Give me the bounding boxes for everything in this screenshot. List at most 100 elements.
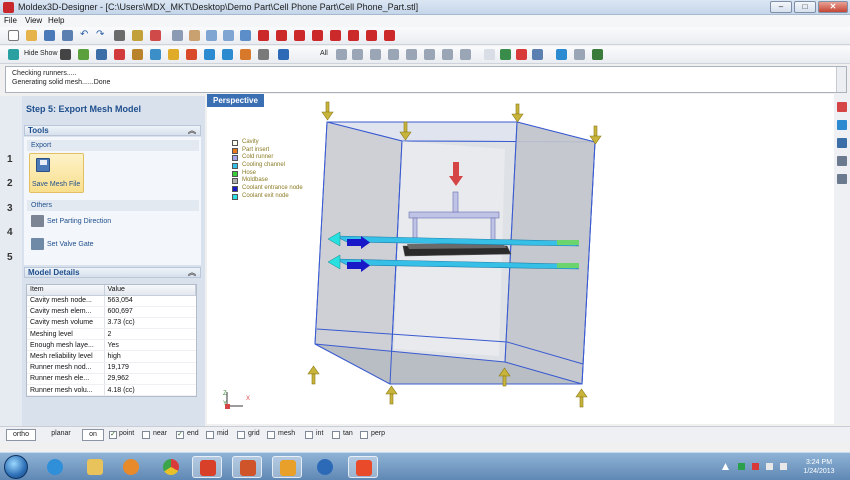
save-icon[interactable]	[44, 30, 55, 41]
shade-icon[interactable]	[60, 49, 71, 60]
save-mesh-file-button[interactable]: Save Mesh File	[29, 153, 84, 193]
valve-gate-icon[interactable]	[31, 238, 44, 250]
taskbar-explorer[interactable]	[80, 456, 110, 478]
iso-view-icon[interactable]	[366, 30, 377, 41]
left-view-icon[interactable]	[330, 30, 341, 41]
attribute-icon[interactable]	[837, 102, 847, 112]
taskbar-chrome[interactable]	[156, 456, 186, 478]
report-icon[interactable]	[150, 30, 161, 41]
select-node-icon[interactable]	[388, 49, 399, 60]
near-checkbox[interactable]	[142, 431, 150, 439]
minimize-button[interactable]: –	[770, 1, 792, 13]
back-view-icon[interactable]	[276, 30, 287, 41]
taskbar-moldex-designer[interactable]	[348, 456, 378, 478]
message-scrollbar[interactable]	[836, 67, 846, 92]
end-checkbox[interactable]: ✓	[176, 431, 184, 439]
mid-checkbox[interactable]	[206, 431, 214, 439]
menu-help[interactable]: Help	[48, 16, 64, 25]
zoom-icon[interactable]	[206, 30, 217, 41]
clip-icon[interactable]	[114, 49, 125, 60]
tools-section-header[interactable]: Tools ︽	[24, 125, 201, 136]
mesh-checkbox[interactable]	[267, 431, 275, 439]
column-header-item[interactable]: Item	[27, 285, 105, 296]
taskbar-media[interactable]	[116, 456, 146, 478]
dimetric-view-icon[interactable]	[384, 30, 395, 41]
int-checkbox[interactable]	[305, 431, 313, 439]
hide-button[interactable]: Hide	[24, 50, 38, 57]
zoom-window-icon[interactable]	[223, 30, 234, 41]
taskbar-outlook[interactable]	[272, 456, 302, 478]
step-1-tab[interactable]: 1	[7, 154, 13, 165]
fit-view-icon[interactable]	[240, 30, 251, 41]
color-icon[interactable]	[78, 49, 89, 60]
volume-icon[interactable]	[780, 463, 787, 470]
distance-icon[interactable]	[516, 49, 527, 60]
show-hidden-icons-icon[interactable]	[722, 463, 729, 470]
front-view-icon[interactable]	[258, 30, 269, 41]
select-face-icon[interactable]	[352, 49, 363, 60]
show-button[interactable]: Show	[40, 50, 58, 57]
wireframe-icon[interactable]	[204, 49, 215, 60]
mouse-icon[interactable]	[574, 49, 585, 60]
open-folder-icon[interactable]	[26, 30, 37, 41]
parting-direction-icon[interactable]	[31, 215, 44, 227]
start-button[interactable]	[4, 455, 28, 479]
screen-icon[interactable]	[278, 49, 289, 60]
taskbar-ie[interactable]	[40, 456, 70, 478]
taskbar-network[interactable]	[310, 456, 340, 478]
collapse-chevron-icon[interactable]: ︽	[188, 126, 196, 135]
tray-security-icon[interactable]	[752, 463, 759, 470]
select-lasso-icon[interactable]	[424, 49, 435, 60]
transform-icon[interactable]	[837, 174, 847, 184]
node-icon[interactable]	[500, 49, 511, 60]
close-button[interactable]: ✕	[818, 1, 848, 13]
tan-checkbox[interactable]	[332, 431, 340, 439]
ortho-button[interactable]: ortho	[6, 429, 36, 441]
system-clock[interactable]: 3:24 PM 1/24/2013	[796, 458, 842, 476]
dropdown-icon[interactable]	[258, 49, 269, 60]
grid-toggle-icon[interactable]	[240, 49, 251, 60]
column-header-value[interactable]: Value	[104, 285, 196, 296]
pan-hand-icon[interactable]	[189, 30, 200, 41]
move-icon[interactable]	[172, 30, 183, 41]
menu-view[interactable]: View	[25, 16, 42, 25]
render-icon[interactable]	[96, 49, 107, 60]
planar-button[interactable]: planar	[46, 429, 76, 441]
top-view-icon[interactable]	[294, 30, 305, 41]
grid-checkbox[interactable]	[237, 431, 245, 439]
set-valve-gate-link[interactable]: Set Valve Gate	[47, 241, 94, 248]
boundary-icon[interactable]	[837, 156, 847, 166]
step-4-tab[interactable]: 4	[7, 227, 13, 238]
step-3-tab[interactable]: 3	[7, 203, 13, 214]
layer-icon[interactable]	[8, 49, 19, 60]
measure-icon[interactable]	[484, 49, 495, 60]
mesh-icon[interactable]	[114, 30, 125, 41]
point-checkbox[interactable]: ✓	[109, 431, 117, 439]
edge-icon[interactable]	[222, 49, 233, 60]
redo-icon[interactable]: ↷	[96, 29, 107, 40]
model-details-header[interactable]: Model Details ︽	[24, 267, 201, 278]
section-icon[interactable]	[132, 49, 143, 60]
perp-checkbox[interactable]	[360, 431, 368, 439]
select-poly-icon[interactable]	[442, 49, 453, 60]
settings-icon[interactable]	[592, 49, 603, 60]
tray-app-icon[interactable]	[738, 463, 745, 470]
taskbar-moldex-viewer[interactable]	[192, 456, 222, 478]
new-file-icon[interactable]	[8, 30, 19, 41]
image-capture-icon[interactable]	[556, 49, 567, 60]
3d-viewport[interactable]	[207, 94, 834, 424]
select-list-icon[interactable]	[460, 49, 471, 60]
angle-icon[interactable]	[532, 49, 543, 60]
step-2-tab[interactable]: 2	[7, 178, 13, 189]
maximize-button[interactable]: □	[794, 1, 816, 13]
set-parting-direction-link[interactable]: Set Parting Direction	[47, 218, 111, 225]
collapse-chevron-icon[interactable]: ︽	[188, 268, 196, 277]
select-tool-icon[interactable]	[336, 49, 347, 60]
undo-icon[interactable]: ↶	[80, 29, 91, 40]
network-icon[interactable]	[766, 463, 773, 470]
transparency-icon[interactable]	[186, 49, 197, 60]
help-icon[interactable]	[132, 30, 143, 41]
step-5-tab[interactable]: 5	[7, 252, 13, 263]
taskbar-powerpoint[interactable]	[232, 456, 262, 478]
select-all-button[interactable]: All	[320, 50, 328, 57]
